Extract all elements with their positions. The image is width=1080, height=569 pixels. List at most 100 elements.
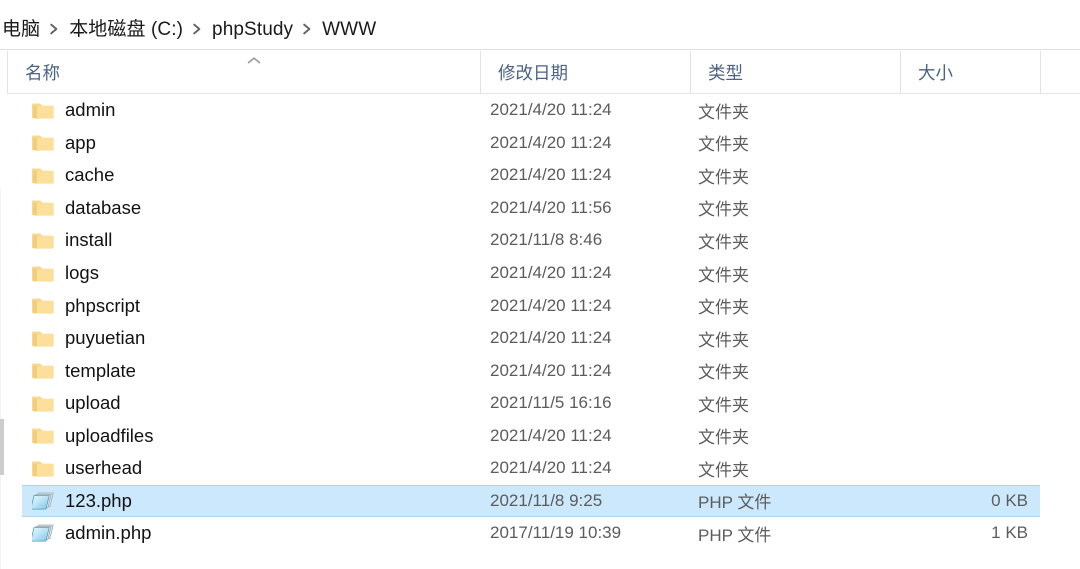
column-header-spacer[interactable] [1040,51,1080,93]
folder-icon [32,425,58,447]
file-date-modified: 2021/11/8 8:46 [490,230,603,250]
file-name-cell[interactable]: userhead [0,452,480,485]
folder-icon [32,360,58,382]
column-header-size[interactable]: 大小 [900,51,1040,93]
file-name-label: upload [65,392,121,414]
file-name-cell[interactable]: template [0,354,480,387]
file-type: 文件夹 [698,428,749,448]
file-row[interactable]: cache 2021/4/20 11:24 文件夹 [0,159,1080,192]
file-row[interactable]: uploadfiles 2021/4/20 11:24 文件夹 [0,419,1080,452]
file-type: 文件夹 [698,102,749,122]
file-date-modified: 2021/4/20 11:56 [490,197,612,217]
folder-icon [32,99,58,121]
file-name-label: puyuetian [65,327,146,349]
file-row[interactable]: admin 2021/4/20 11:24 文件夹 [0,94,1080,127]
column-header-type-label: 类型 [708,62,743,83]
file-type: 文件夹 [698,265,749,285]
file-row[interactable]: puyuetian 2021/4/20 11:24 文件夹 [0,322,1080,355]
file-row[interactable]: install 2021/11/8 8:46 文件夹 [0,224,1080,257]
file-type: 文件夹 [698,460,749,480]
file-row[interactable]: userhead 2021/4/20 11:24 文件夹 [0,452,1080,485]
file-date-modified: 2021/4/20 11:24 [490,425,612,445]
folder-icon [32,392,58,414]
column-header-type[interactable]: 类型 [690,51,900,93]
file-name-cell[interactable]: phpscript [0,289,480,322]
folder-icon [32,229,58,251]
breadcrumb-item-4[interactable]: WWW [320,17,378,43]
file-type: 文件夹 [698,330,749,350]
column-header-date-modified[interactable]: 修改日期 [480,51,690,93]
file-explorer-window: 电脑 本地磁盘 (C:) phpStudy WWW 名称 修改日期 类型 大小 adm… [0,0,1080,569]
folder-icon [32,457,58,479]
folder-icon [32,164,58,186]
file-date-modified: 2021/4/20 11:24 [490,100,612,120]
breadcrumb[interactable]: 电脑 本地磁盘 (C:) phpStudy WWW [0,17,378,43]
folder-icon [32,132,58,154]
file-type: 文件夹 [698,135,749,155]
column-header-name-label: 名称 [25,62,60,83]
file-date-modified: 2021/4/20 11:24 [490,295,612,315]
chevron-right-icon [49,23,60,35]
address-bar[interactable]: 电脑 本地磁盘 (C:) phpStudy WWW [0,10,1080,50]
chevron-right-icon [302,23,313,35]
file-type: PHP 文件 [698,525,772,545]
file-row[interactable]: admin.php 2017/11/19 10:39 PHP 文件 1 KB [0,517,1080,550]
file-row[interactable]: phpscript 2021/4/20 11:24 文件夹 [0,289,1080,322]
file-name-label: admin [65,99,116,121]
file-name-cell[interactable]: 123.php [0,485,480,518]
file-name-cell[interactable]: puyuetian [0,322,480,355]
file-date-modified: 2021/11/5 16:16 [490,393,612,413]
php-file-icon [32,490,58,512]
file-name-cell[interactable]: database [0,192,480,225]
file-date-modified: 2021/4/20 11:24 [490,360,612,380]
file-type: 文件夹 [698,298,749,318]
file-name-cell[interactable]: cache [0,159,480,192]
file-name-cell[interactable]: admin [0,94,480,127]
file-name-label: app [65,131,96,153]
file-name-label: logs [65,262,99,283]
file-type: 文件夹 [698,363,749,383]
file-name-cell[interactable]: upload [0,387,480,420]
file-date-modified: 2021/4/20 11:24 [490,165,612,185]
file-row[interactable]: template 2021/4/20 11:24 文件夹 [0,354,1080,387]
file-date-modified: 2021/4/20 11:24 [490,328,612,348]
file-name-cell[interactable]: uploadfiles [0,419,480,452]
file-name-cell[interactable]: app [0,127,480,160]
file-date-modified: 2021/4/20 11:24 [490,132,612,152]
file-name-label: userhead [65,457,143,479]
file-list[interactable]: admin 2021/4/20 11:24 文件夹 app 2021/4/20 11:2… [0,94,1080,569]
column-header-row: 名称 修改日期 类型 大小 [0,51,1080,94]
file-size: 0 KB [991,490,1028,510]
breadcrumb-item-3[interactable]: phpStudy [210,17,295,43]
file-name-label: phpscript [65,294,141,316]
file-name-cell[interactable]: logs [0,257,480,290]
file-name-cell[interactable]: admin.php [0,517,480,550]
breadcrumb-item-2[interactable]: 本地磁盘 (C:) [67,17,185,43]
file-name-label: uploadfiles [65,424,154,446]
file-type: 文件夹 [698,167,749,187]
folder-icon [32,197,58,219]
column-header-name[interactable]: 名称 [7,51,480,93]
file-row[interactable]: app 2021/4/20 11:24 文件夹 [0,127,1080,160]
file-type: 文件夹 [698,200,749,220]
breadcrumb-item-1[interactable]: 电脑 [0,17,42,43]
file-name-label: template [65,359,136,381]
php-file-icon [32,522,58,544]
file-name-label: 123.php [65,489,132,511]
file-name-label: cache [65,164,115,186]
file-name-label: database [65,196,142,218]
folder-icon [32,327,58,349]
file-date-modified: 2021/4/20 11:24 [490,458,612,478]
file-row[interactable]: 123.php 2021/11/8 9:25 PHP 文件 0 KB [0,484,1080,518]
file-rows-container: admin 2021/4/20 11:24 文件夹 app 2021/4/20 11:2… [0,94,1080,550]
file-name-label: admin.php [65,522,152,544]
file-row[interactable]: logs 2021/4/20 11:24 文件夹 [0,257,1080,290]
file-name-cell[interactable]: install [0,224,480,257]
file-name-label: install [65,229,113,251]
file-row[interactable]: upload 2021/11/5 16:16 文件夹 [0,387,1080,420]
column-header-size-label: 大小 [918,62,953,83]
file-row[interactable]: database 2021/4/20 11:56 文件夹 [0,192,1080,225]
file-date-modified: 2021/4/20 11:24 [490,263,612,282]
file-type: 文件夹 [698,395,749,415]
file-type: PHP 文件 [698,493,772,513]
